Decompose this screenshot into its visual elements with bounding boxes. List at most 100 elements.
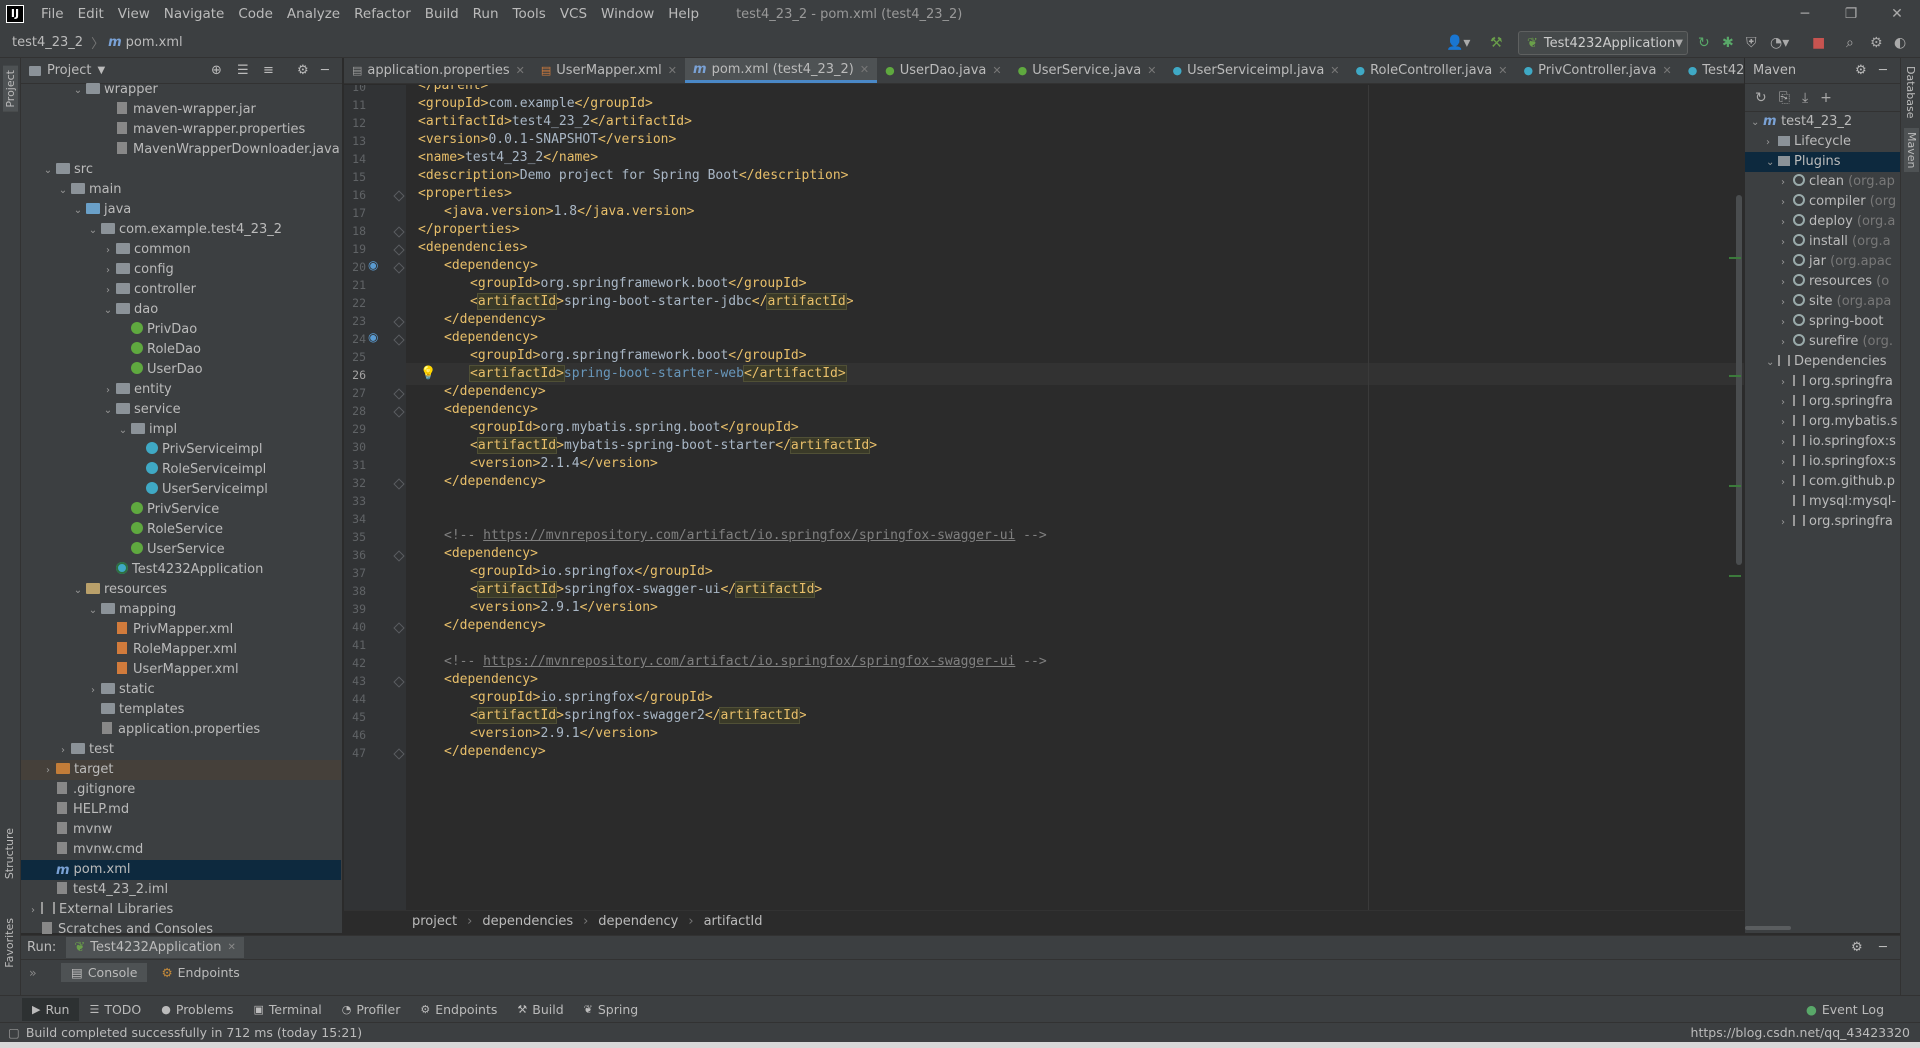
tree-item-service[interactable]: ⌄ service <box>21 400 341 420</box>
fold-marker-icon[interactable] <box>393 226 405 238</box>
nav-file[interactable]: pom.xml <box>126 35 183 50</box>
close-tab-icon[interactable]: ✕ <box>228 942 236 953</box>
menu-help[interactable]: Help <box>661 6 706 22</box>
close-tab-icon[interactable]: ✕ <box>1498 64 1507 77</box>
tree-item-privdao[interactable]: PrivDao <box>21 320 341 340</box>
toolwindow-problems[interactable]: ● Problems <box>151 998 243 1021</box>
project-tool-tab[interactable]: Project <box>3 66 18 112</box>
editor-tab-privcontroller-java[interactable]: ● PrivController.java ✕ <box>1515 58 1679 83</box>
tree-item-external-libraries[interactable]: › External Libraries <box>21 900 341 920</box>
maven-item-dependencies[interactable]: ⌄ Dependencies <box>1745 352 1900 372</box>
menu-code[interactable]: Code <box>231 6 280 22</box>
run-config-tab[interactable]: ❦ Test4232Application ✕ <box>66 937 244 958</box>
tree-item-roleserviceimpl[interactable]: RoleServiceimpl <box>21 460 341 480</box>
editor-tab-test4232applic[interactable]: ● Test4232Applic <box>1680 58 1744 83</box>
tree-item-config[interactable]: › config <box>21 260 341 280</box>
chevron-right-icon[interactable]: › <box>1781 193 1793 213</box>
breadcrumb-project[interactable]: project <box>412 914 457 929</box>
maven-item-org-springfra[interactable]: › org.springfra <box>1745 392 1900 412</box>
maven-item-io-springfox-s[interactable]: › io.springfox:s <box>1745 452 1900 472</box>
menu-vcs[interactable]: VCS <box>553 6 594 22</box>
rerun-icon[interactable]: ↻ <box>1698 35 1710 51</box>
locate-icon[interactable]: ⊕ <box>211 63 222 78</box>
menu-tools[interactable]: Tools <box>506 6 553 22</box>
run-config-select[interactable]: ❦ Test4232Application ▼ <box>1518 31 1688 55</box>
add-icon[interactable]: + <box>1820 90 1832 106</box>
fold-marker-icon[interactable] <box>393 622 405 634</box>
status-icon[interactable]: ▢ <box>8 1025 20 1040</box>
editor-tab-userdao-java[interactable]: ● UserDao.java ✕ <box>877 58 1010 83</box>
toolwindow-terminal[interactable]: ▣ Terminal <box>244 998 332 1021</box>
tree-item-test4-23-2-iml[interactable]: test4_23_2.iml <box>21 880 341 900</box>
editor-tab-usermapper-xml[interactable]: ▤ UserMapper.xml ✕ <box>533 58 685 83</box>
close-tab-icon[interactable]: ✕ <box>668 64 677 77</box>
chevron-right-icon[interactable]: › <box>1781 173 1793 193</box>
tree-item-wrapper[interactable]: ⌄ wrapper <box>21 80 341 100</box>
chevron-right-icon[interactable]: › <box>87 681 99 701</box>
toolwindow-todo[interactable]: ☰ TODO <box>79 998 151 1021</box>
chevron-right-icon[interactable]: › <box>1781 513 1793 533</box>
search-everywhere-icon[interactable]: ⌕ <box>1846 35 1854 51</box>
toolwindow-profiler[interactable]: ◔ Profiler <box>332 998 411 1021</box>
maximize-icon[interactable]: ❐ <box>1828 0 1874 28</box>
toolwindow-build[interactable]: ⚒ Build <box>507 998 573 1021</box>
menu-view[interactable]: View <box>111 6 157 22</box>
chevron-right-icon[interactable]: › <box>1766 133 1778 153</box>
tree-item-common[interactable]: › common <box>21 240 341 260</box>
gear-icon[interactable]: ⚙ <box>1851 940 1863 955</box>
endpoints-tab[interactable]: ⚙ Endpoints <box>151 963 249 982</box>
chevron-down-icon[interactable]: ⌄ <box>102 301 114 321</box>
tree-item-mvnw[interactable]: mvnw <box>21 820 341 840</box>
inspection-ok-icon[interactable]: ✓ <box>1726 85 1736 87</box>
chevron-right-icon[interactable]: › <box>27 901 39 921</box>
database-tool-tab[interactable]: Database <box>1904 66 1917 119</box>
maven-item-deploy[interactable]: › deploy (org.a <box>1745 212 1900 232</box>
tree-item-privmapper-xml[interactable]: PrivMapper.xml <box>21 620 341 640</box>
maven-item-io-springfox-s[interactable]: › io.springfox:s <box>1745 432 1900 452</box>
chevron-down-icon[interactable]: ⌄ <box>72 201 84 221</box>
chevron-right-icon[interactable]: › <box>1781 233 1793 253</box>
toolwindow-endpoints[interactable]: ⚙ Endpoints <box>410 998 507 1021</box>
menu-window[interactable]: Window <box>594 6 661 22</box>
editor-tab-application-properties[interactable]: ▤ application.properties ✕ <box>344 58 533 83</box>
chevron-down-icon[interactable]: ⌄ <box>1766 153 1778 173</box>
maven-item-surefire[interactable]: › surefire (org. <box>1745 332 1900 352</box>
chevron-right-icon[interactable]: › <box>102 261 114 281</box>
chevron-right-icon[interactable]: › <box>1781 253 1793 273</box>
maven-item-install[interactable]: › install (org.a <box>1745 232 1900 252</box>
tree-item-java[interactable]: ⌄ java <box>21 200 341 220</box>
tree-item-src[interactable]: ⌄ src <box>21 160 341 180</box>
chevron-down-icon[interactable]: ⌄ <box>1766 353 1778 373</box>
chevron-down-icon[interactable]: ⌄ <box>72 581 84 601</box>
maven-hscrollbar[interactable] <box>1745 926 1791 930</box>
ide-feature-icon[interactable]: ◐ <box>1894 35 1906 51</box>
hide-icon[interactable]: ─ <box>1879 940 1887 955</box>
chevron-down-icon[interactable]: ▼ <box>97 65 105 76</box>
tree-item-usermapper-xml[interactable]: UserMapper.xml <box>21 660 341 680</box>
structure-tool-tab[interactable]: Structure <box>3 828 16 879</box>
download-icon[interactable]: ⤓ <box>1802 90 1808 106</box>
chevron-down-icon[interactable]: ⌄ <box>72 81 84 101</box>
tree-item-test[interactable]: › test <box>21 740 341 760</box>
tree-item-help-md[interactable]: HELP.md <box>21 800 341 820</box>
menu-edit[interactable]: Edit <box>71 6 111 22</box>
chevron-down-icon[interactable]: ⌄ <box>42 161 54 181</box>
maven-item-test4-23-2[interactable]: ⌄ m test4_23_2 <box>1745 112 1900 132</box>
tree-item-mavenwrapperdownloader-java[interactable]: MavenWrapperDownloader.java <box>21 140 341 160</box>
fold-marker-icon[interactable] <box>393 550 405 562</box>
chevron-down-icon[interactable]: ⌄ <box>87 601 99 621</box>
fold-marker-icon[interactable] <box>393 244 405 256</box>
editor-tab-pom-xml-test4-23-2[interactable]: m pom.xml (test4_23_2) ✕ <box>685 58 878 83</box>
tree-item-resources[interactable]: ⌄ resources <box>21 580 341 600</box>
tree-item-controller[interactable]: › controller <box>21 280 341 300</box>
editor-scrollbar[interactable] <box>1736 195 1742 565</box>
maven-item-resources[interactable]: › resources (o <box>1745 272 1900 292</box>
tree-item-target[interactable]: › target <box>21 760 341 780</box>
chevron-down-icon[interactable]: ⌄ <box>87 221 99 241</box>
maven-tool-tab[interactable]: Maven <box>1904 128 1919 173</box>
intention-bulb-icon[interactable]: 💡 <box>420 366 436 381</box>
spring-bean-icon[interactable]: ◉ <box>368 330 378 344</box>
breadcrumb-artifactid[interactable]: artifactId <box>704 914 763 929</box>
hide-icon[interactable]: ─ <box>321 63 329 78</box>
stop-icon[interactable]: ■ <box>1812 35 1825 51</box>
